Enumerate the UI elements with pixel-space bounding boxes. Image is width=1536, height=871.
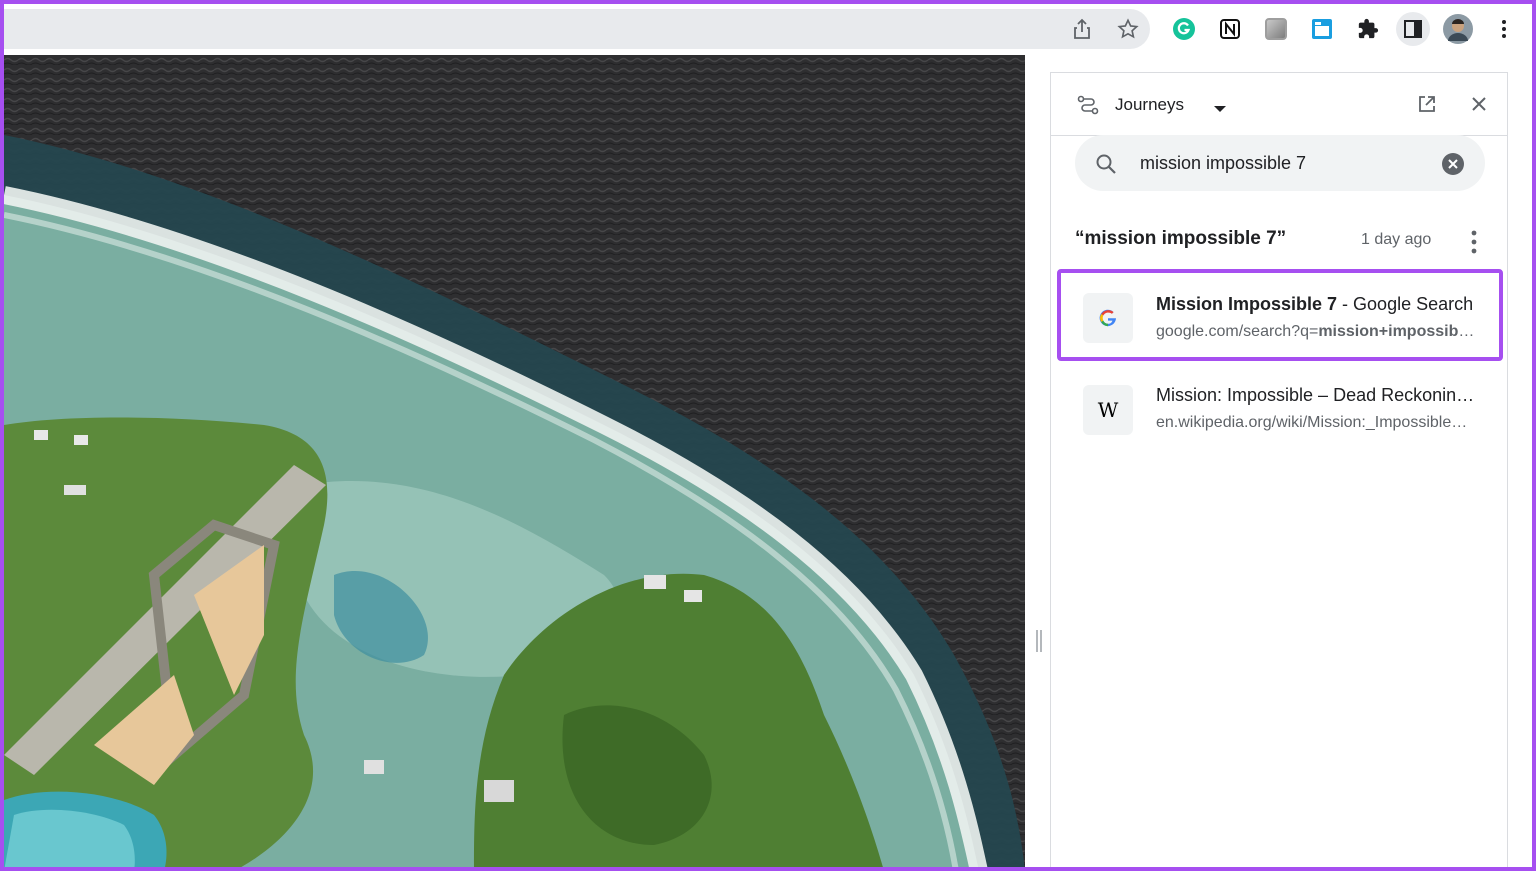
google-favicon-icon: [1083, 293, 1133, 343]
browser-toolbar: [4, 4, 1532, 54]
satellite-image: [4, 55, 1025, 867]
result-url: en.wikipedia.org/wiki/Mission:_Impossibl…: [1156, 414, 1476, 431]
share-icon[interactable]: [1070, 17, 1094, 41]
window-extension-icon[interactable]: [1310, 17, 1334, 41]
more-menu-icon[interactable]: [1492, 17, 1516, 41]
photo-extension-icon[interactable]: [1264, 17, 1288, 41]
journeys-icon: [1077, 95, 1099, 120]
close-panel-icon[interactable]: [1471, 96, 1487, 117]
side-panel-icon[interactable]: [1396, 12, 1430, 46]
address-bar[interactable]: [4, 9, 1150, 49]
profile-avatar[interactable]: [1442, 13, 1474, 45]
journey-result-google-search[interactable]: Mission Impossible 7 - Google Search goo…: [1057, 269, 1503, 361]
open-in-new-tab-icon[interactable]: [1417, 94, 1437, 119]
result-title: Mission Impossible 7 - Google Search: [1156, 294, 1474, 314]
wikipedia-favicon-icon: W: [1083, 385, 1133, 435]
search-icon: [1095, 153, 1117, 180]
screenshot-frame: Journeys mission impossible 7 “mission i…: [0, 0, 1536, 871]
result-url: google.com/search?q=mission+impossible+7: [1156, 323, 1476, 340]
panel-title[interactable]: Journeys: [1115, 95, 1184, 115]
cluster-timestamp: 1 day ago: [1361, 231, 1432, 248]
star-icon[interactable]: [1116, 17, 1140, 41]
result-title: Mission: Impossible – Dead Reckoning Par…: [1156, 385, 1476, 405]
journeys-search-box[interactable]: mission impossible 7: [1075, 135, 1485, 191]
search-input[interactable]: mission impossible 7: [1140, 153, 1306, 174]
panel-resize-handle[interactable]: [1035, 630, 1043, 652]
journeys-side-panel: Journeys mission impossible 7 “mission i…: [1050, 72, 1508, 867]
extensions-puzzle-icon[interactable]: [1356, 17, 1380, 41]
notion-icon[interactable]: [1218, 17, 1242, 41]
grammarly-icon[interactable]: [1172, 17, 1196, 41]
journey-result-wikipedia[interactable]: W Mission: Impossible – Dead Reckoning P…: [1057, 361, 1503, 453]
panel-dropdown-icon[interactable]: [1213, 100, 1227, 118]
clear-search-icon[interactable]: [1441, 152, 1465, 181]
cluster-title: “mission impossible 7”: [1075, 228, 1287, 249]
cluster-more-menu-icon[interactable]: [1471, 230, 1477, 259]
panel-header: Journeys: [1051, 73, 1507, 136]
